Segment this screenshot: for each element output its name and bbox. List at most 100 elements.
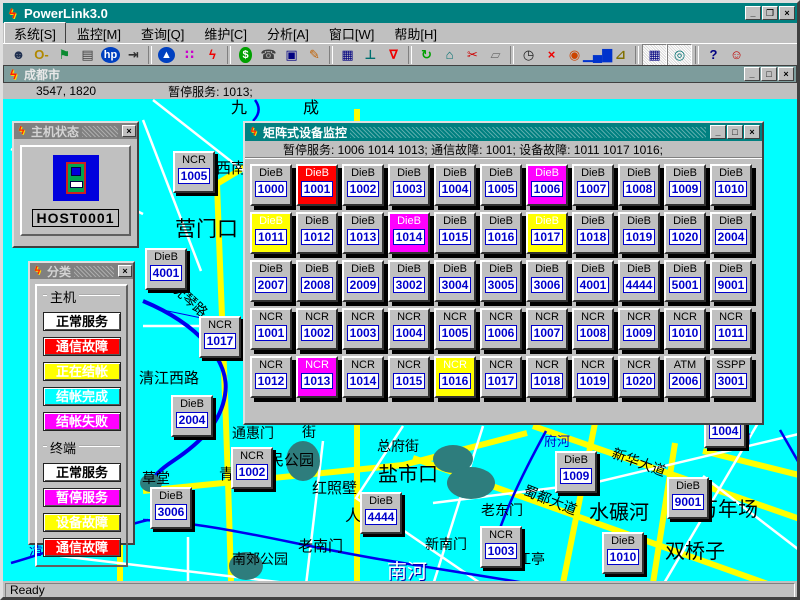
color-grid-icon[interactable]: ∷ xyxy=(178,45,201,65)
printer-icon[interactable]: ▤ xyxy=(76,45,99,65)
map-device-NCR-1002[interactable]: NCR1002 xyxy=(231,447,273,489)
menu-item-6[interactable]: 帮助[H] xyxy=(385,23,446,44)
device-NCR-1011[interactable]: NCR1011 xyxy=(710,308,752,350)
clock-icon[interactable]: ◷ xyxy=(517,45,540,65)
phone-icon[interactable]: ☎ xyxy=(257,45,280,65)
map-device-DieB-4001[interactable]: DieB4001 xyxy=(145,248,187,290)
device-NCR-1004[interactable]: NCR1004 xyxy=(388,308,430,350)
host-computer-icon[interactable] xyxy=(53,155,99,201)
matrix-monitor-icon[interactable]: ◎ xyxy=(667,44,692,66)
device-DieB-1019[interactable]: DieB1019 xyxy=(618,212,660,254)
device-DieB-2009[interactable]: DieB2009 xyxy=(342,260,384,302)
map-device-DieB-3006[interactable]: DieB3006 xyxy=(150,487,192,529)
device-DieB-2008[interactable]: DieB2008 xyxy=(296,260,338,302)
device-DieB-1013[interactable]: DieB1013 xyxy=(342,212,384,254)
ruler-icon[interactable]: ⊿ xyxy=(609,45,632,65)
device-DieB-1012[interactable]: DieB1012 xyxy=(296,212,338,254)
help-icon[interactable]: ? xyxy=(702,45,725,65)
device-DieB-3005[interactable]: DieB3005 xyxy=(480,260,522,302)
pen-icon[interactable]: ✎ xyxy=(303,45,326,65)
menu-item-1[interactable]: 监控[M] xyxy=(68,23,130,44)
device-NCR-1019[interactable]: NCR1019 xyxy=(572,356,614,398)
matrix-minimize-button[interactable]: _ xyxy=(710,125,726,139)
find-user-icon[interactable]: ☻ xyxy=(7,45,30,65)
map-device-DieB-1009[interactable]: DieB1009 xyxy=(555,451,597,493)
restore-button[interactable]: ❐ xyxy=(762,6,778,20)
menu-item-3[interactable]: 维护[C] xyxy=(195,23,256,44)
device-DieB-1002[interactable]: DieB1002 xyxy=(342,164,384,206)
device-DieB-1003[interactable]: DieB1003 xyxy=(388,164,430,206)
map-device-DieB-1010[interactable]: DieB1010 xyxy=(602,532,644,574)
device-DieB-4444[interactable]: DieB4444 xyxy=(618,260,660,302)
device-DieB-1011[interactable]: DieB1011 xyxy=(250,212,292,254)
map-device-NCR-1003[interactable]: NCR1003 xyxy=(480,526,522,568)
building-monitor-icon[interactable]: ▦ xyxy=(642,44,667,66)
device-NCR-1001[interactable]: NCR1001 xyxy=(250,308,292,350)
bank-building-icon[interactable]: ⌂ xyxy=(438,45,461,65)
device-NCR-1015[interactable]: NCR1015 xyxy=(388,356,430,398)
device-ATM-2006[interactable]: ATM2006 xyxy=(664,356,706,398)
device-NCR-1013[interactable]: NCR1013 xyxy=(296,356,338,398)
device-DieB-4001[interactable]: DieB4001 xyxy=(572,260,614,302)
device-DieB-3004[interactable]: DieB3004 xyxy=(434,260,476,302)
device-DieB-1020[interactable]: DieB1020 xyxy=(664,212,706,254)
host-name-label[interactable]: HOST0001 xyxy=(32,209,118,227)
device-DieB-3006[interactable]: DieB3006 xyxy=(526,260,568,302)
menu-item-0[interactable]: 系统[S] xyxy=(4,22,66,45)
exit-door-icon[interactable]: ⇥ xyxy=(122,45,145,65)
matrix-close-button[interactable]: × xyxy=(744,125,760,139)
device-DieB-1015[interactable]: DieB1015 xyxy=(434,212,476,254)
device-NCR-1016[interactable]: NCR1016 xyxy=(434,356,476,398)
device-DieB-1016[interactable]: DieB1016 xyxy=(480,212,522,254)
device-DieB-1017[interactable]: DieB1017 xyxy=(526,212,568,254)
city-map[interactable]: 九成西南营门口抚琴路清江西路通惠门街总府街民公园青草堂红照壁盐市口人老南门南郊公… xyxy=(3,99,800,581)
legend-titlebar[interactable]: ϟ 分类 × xyxy=(30,263,133,279)
money-bag-icon[interactable]: $ xyxy=(234,45,257,65)
menu-item-4[interactable]: 分析[A] xyxy=(258,23,318,44)
key-icon[interactable]: O- xyxy=(30,45,53,65)
device-NCR-1017[interactable]: NCR1017 xyxy=(480,356,522,398)
device-DieB-1010[interactable]: DieB1010 xyxy=(710,164,752,206)
chart-window-icon[interactable]: ▦ xyxy=(336,45,359,65)
device-DieB-1005[interactable]: DieB1005 xyxy=(480,164,522,206)
device-SSPP-3001[interactable]: SSPP3001 xyxy=(710,356,752,398)
map-device-NCR-1017[interactable]: NCR1017 xyxy=(199,316,241,358)
map-device-DieB-2004[interactable]: DieB2004 xyxy=(171,395,213,437)
device-NCR-1020[interactable]: NCR1020 xyxy=(618,356,660,398)
device-NCR-1009[interactable]: NCR1009 xyxy=(618,308,660,350)
host-status-close-button[interactable]: × xyxy=(122,125,136,137)
device-DieB-1018[interactable]: DieB1018 xyxy=(572,212,614,254)
refresh-icon[interactable]: ↻ xyxy=(415,45,438,65)
user-card-icon[interactable]: ☺ xyxy=(725,45,748,65)
device-NCR-1012[interactable]: NCR1012 xyxy=(250,356,292,398)
device-NCR-1005[interactable]: NCR1005 xyxy=(434,308,476,350)
device-NCR-1003[interactable]: NCR1003 xyxy=(342,308,384,350)
device-NCR-1018[interactable]: NCR1018 xyxy=(526,356,568,398)
device-DieB-1006[interactable]: DieB1006 xyxy=(526,164,568,206)
lightning-icon[interactable]: ϟ xyxy=(201,45,224,65)
device-DieB-9001[interactable]: DieB9001 xyxy=(710,260,752,302)
host-status-titlebar[interactable]: ϟ 主机状态 × xyxy=(14,123,137,139)
map-view-icon[interactable]: ▲ xyxy=(155,45,178,65)
eraser-icon[interactable]: ▱ xyxy=(484,45,507,65)
matrix-titlebar[interactable]: ϟ 矩阵式设备监控 _ □ × xyxy=(245,123,762,141)
device-DieB-2004[interactable]: DieB2004 xyxy=(710,212,752,254)
device-NCR-1010[interactable]: NCR1010 xyxy=(664,308,706,350)
close-button[interactable]: × xyxy=(779,6,795,20)
minimize-button[interactable]: _ xyxy=(745,6,761,20)
hp-doc-icon[interactable]: hp xyxy=(99,45,122,65)
child-window-titlebar[interactable]: ϟ 成都市 _ □ × xyxy=(3,65,797,83)
site-tools-icon[interactable]: ⊥ xyxy=(359,45,382,65)
device-DieB-1000[interactable]: DieB1000 xyxy=(250,164,292,206)
menu-item-5[interactable]: 窗口[W] xyxy=(320,23,384,44)
device-DieB-1009[interactable]: DieB1009 xyxy=(664,164,706,206)
device-NCR-1014[interactable]: NCR1014 xyxy=(342,356,384,398)
device-NCR-1002[interactable]: NCR1002 xyxy=(296,308,338,350)
device-NCR-1007[interactable]: NCR1007 xyxy=(526,308,568,350)
device-DieB-1007[interactable]: DieB1007 xyxy=(572,164,614,206)
child-maximize-button[interactable]: □ xyxy=(761,67,777,81)
map-device-DieB-9001[interactable]: DieB9001 xyxy=(667,477,709,519)
child-close-button[interactable]: × xyxy=(778,67,794,81)
child-minimize-button[interactable]: _ xyxy=(744,67,760,81)
device-DieB-2007[interactable]: DieB2007 xyxy=(250,260,292,302)
